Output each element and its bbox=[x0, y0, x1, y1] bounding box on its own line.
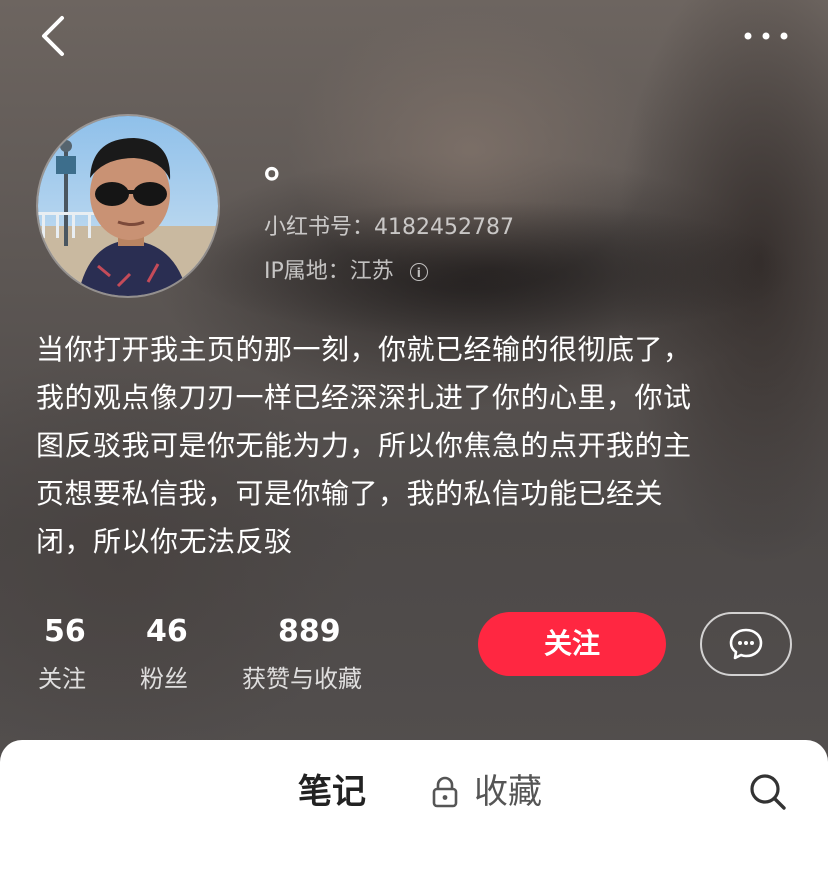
back-button[interactable] bbox=[34, 12, 78, 60]
avatar-photo bbox=[38, 116, 218, 296]
tab-notes[interactable]: 笔记 bbox=[298, 768, 366, 816]
follow-button[interactable]: 关注 bbox=[478, 612, 666, 676]
profile-screen: 。 小红书号：4182452787 IP属地：江苏 i 当你打开我主页的那一刻，… bbox=[0, 0, 828, 882]
stat-following[interactable]: 56 关注 bbox=[38, 612, 86, 696]
bio-line: 我的观点像刀刃一样已经深深扎进了你的心里，你试 bbox=[36, 381, 692, 414]
stat-following-count: 56 bbox=[44, 614, 86, 649]
chevron-left-icon bbox=[42, 16, 64, 56]
stat-likes-count: 889 bbox=[278, 614, 341, 649]
stat-followers-label: 粉丝 bbox=[140, 665, 188, 693]
stat-likes-label: 获赞与收藏 bbox=[242, 665, 362, 693]
bio-line: 当你打开我主页的那一刻，你就已经输的很彻底了， bbox=[36, 333, 692, 366]
tab-panel: 笔记 收藏 bbox=[0, 740, 828, 882]
account-id: 小红书号：4182452787 bbox=[264, 215, 514, 240]
search-button[interactable] bbox=[746, 770, 790, 814]
more-button[interactable] bbox=[736, 16, 796, 56]
info-icon[interactable]: i bbox=[409, 263, 428, 281]
more-dots-icon bbox=[744, 32, 788, 40]
chat-bubble-icon bbox=[729, 628, 763, 660]
ip-location: IP属地：江苏 i bbox=[264, 256, 428, 288]
stat-following-label: 关注 bbox=[38, 665, 86, 693]
ip-location-text: IP属地：江苏 bbox=[264, 259, 394, 284]
bio-line: 页想要私信我，可是你输了，我的私信功能已经关 bbox=[36, 477, 664, 510]
profile-bio: 当你打开我主页的那一刻，你就已经输的很彻底了， 我的观点像刀刃一样已经深深扎进了… bbox=[36, 326, 806, 566]
tab-collections-label: 收藏 bbox=[474, 772, 542, 812]
bio-line: 图反驳我可是你无能为力，所以你焦急的点开我的主 bbox=[36, 429, 692, 462]
lock-icon bbox=[432, 776, 458, 808]
profile-nickname: 。 bbox=[264, 141, 304, 187]
avatar[interactable] bbox=[36, 114, 220, 298]
stat-followers-count: 46 bbox=[146, 614, 188, 649]
stat-likes-collects[interactable]: 889 获赞与收藏 bbox=[242, 612, 362, 696]
stat-followers[interactable]: 46 粉丝 bbox=[140, 612, 188, 696]
tab-collections[interactable]: 收藏 bbox=[430, 768, 542, 816]
bio-line: 闭，所以你无法反驳 bbox=[36, 525, 293, 558]
message-button[interactable] bbox=[700, 612, 792, 676]
search-icon bbox=[750, 774, 786, 810]
